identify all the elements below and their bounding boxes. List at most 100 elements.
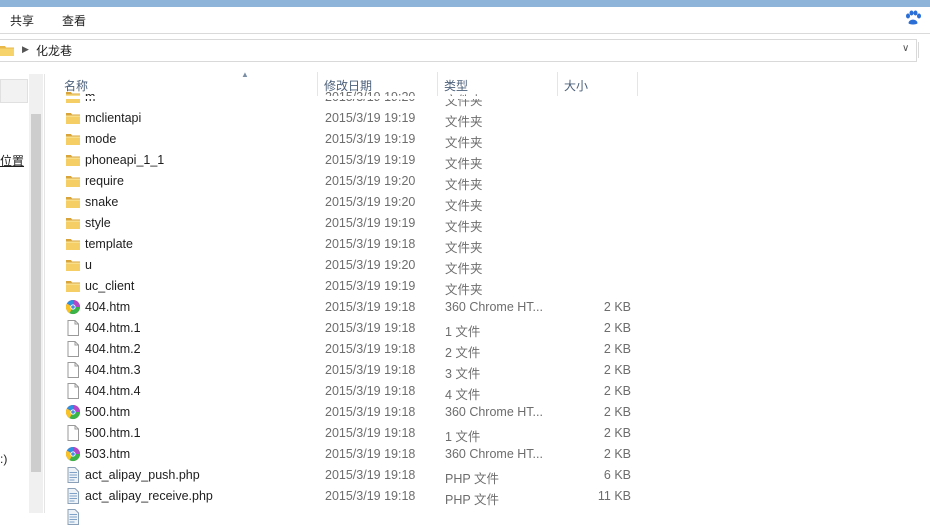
folder-icon <box>65 194 81 210</box>
folder-icon <box>65 173 81 189</box>
file-icon <box>65 341 81 357</box>
chevron-down-icon[interactable]: ∨ <box>902 43 909 54</box>
breadcrumb[interactable]: 化龙巷 <box>36 42 72 59</box>
file-type: 2 文件 <box>445 346 481 360</box>
file-name: 404.htm.2 <box>85 342 141 356</box>
file-type: PHP 文件 <box>445 472 499 486</box>
tab-share[interactable]: 共享 <box>10 12 34 29</box>
file-date: 2015/3/19 19:18 <box>325 363 416 377</box>
file-name: uc_client <box>85 279 135 293</box>
table-row[interactable]: 404.htm.2 2015/3/19 19:18 2 文件 2 KB <box>58 339 678 360</box>
table-row[interactable]: 500.htm 2015/3/19 19:18 360 Chrome HT... 2 … <box>58 402 678 423</box>
nav-scrollbar-thumb[interactable] <box>31 114 41 472</box>
file-date: 2015/3/19 19:18 <box>325 342 416 356</box>
file-type: 4 文件 <box>445 388 481 402</box>
file-type: 文件夹 <box>445 199 483 213</box>
window-title-bar <box>0 0 930 7</box>
file-date: 2015/3/19 19:19 <box>325 216 416 230</box>
file-name: 404.htm.4 <box>85 384 141 398</box>
file-size: 2 KB <box>603 426 631 440</box>
nav-item-location[interactable]: 位置 <box>0 152 24 169</box>
table-row[interactable]: phoneapi_1_1 2015/3/19 19:19 文件夹 <box>58 150 678 171</box>
file-size: 11 KB <box>597 489 631 503</box>
folder-icon <box>65 152 81 168</box>
nav-item-drive[interactable]: :) <box>0 452 7 466</box>
file-type: 360 Chrome HT... <box>445 300 543 314</box>
table-row[interactable]: act_alipay_push.php 2015/3/19 19:18 PHP 文件… <box>58 465 678 486</box>
file-date: 2015/3/19 19:18 <box>325 405 416 419</box>
file-name: 404.htm.1 <box>85 321 141 335</box>
file-type: 360 Chrome HT... <box>445 447 543 461</box>
file-icon <box>65 362 81 378</box>
file-date: 2015/3/19 19:18 <box>325 426 416 440</box>
table-row[interactable]: snake 2015/3/19 19:20 文件夹 <box>58 192 678 213</box>
file-size: 2 KB <box>603 363 631 377</box>
table-row[interactable]: act_alipay_receive.php 2015/3/19 19:18 PHP… <box>58 486 678 507</box>
file-size: 2 KB <box>603 447 631 461</box>
table-row[interactable]: 503.htm 2015/3/19 19:18 360 Chrome HT... 2 … <box>58 444 678 465</box>
table-row[interactable]: template 2015/3/19 19:18 文件夹 <box>58 234 678 255</box>
breadcrumb-separator-icon[interactable]: ▶ <box>22 44 29 55</box>
table-row[interactable]: 404.htm 2015/3/19 19:18 360 Chrome HT... 2 … <box>58 297 678 318</box>
file-date: 2015/3/19 19:18 <box>325 237 416 251</box>
file-name: 503.htm <box>85 447 131 461</box>
file-name: act_alipay_receive.php <box>85 489 213 503</box>
php-file-icon <box>65 488 81 504</box>
baidu-paw-icon[interactable] <box>901 7 925 29</box>
file-icon <box>65 425 81 441</box>
file-date: 2015/3/19 19:20 <box>325 195 416 209</box>
file-date: 2015/3/19 19:19 <box>325 153 416 167</box>
navigation-pane: 位置 :) <box>0 74 45 513</box>
tab-view[interactable]: 查看 <box>62 12 86 29</box>
file-date: 2015/3/19 19:18 <box>325 447 416 461</box>
chrome-icon <box>65 299 81 315</box>
table-row[interactable]: 500.htm.1 2015/3/19 19:18 1 文件 2 KB <box>58 423 678 444</box>
table-row[interactable] <box>58 507 678 528</box>
table-row[interactable]: mode 2015/3/19 19:19 文件夹 <box>58 129 678 150</box>
file-type: 文件夹 <box>445 115 483 129</box>
file-name: u <box>85 258 92 272</box>
folder-icon <box>65 236 81 252</box>
table-row[interactable]: require 2015/3/19 19:20 文件夹 <box>58 171 678 192</box>
file-name: act_alipay_push.php <box>85 468 200 482</box>
php-file-icon <box>65 509 81 525</box>
table-row[interactable]: uc_client 2015/3/19 19:19 文件夹 <box>58 276 678 297</box>
chrome-icon <box>65 446 81 462</box>
file-type: 文件夹 <box>445 241 483 255</box>
table-row[interactable]: u 2015/3/19 19:20 文件夹 <box>58 255 678 276</box>
refresh-button[interactable] <box>918 42 930 58</box>
file-date: 2015/3/19 19:18 <box>325 468 416 482</box>
file-type: 1 文件 <box>445 430 481 444</box>
table-row[interactable]: 404.htm.4 2015/3/19 19:18 4 文件 2 KB <box>58 381 678 402</box>
file-size: 2 KB <box>603 300 631 314</box>
file-name: 404.htm <box>85 300 131 314</box>
table-row[interactable]: 404.htm.1 2015/3/19 19:18 1 文件 2 KB <box>58 318 678 339</box>
folder-icon <box>65 215 81 231</box>
file-size: 2 KB <box>603 342 631 356</box>
table-row[interactable]: mclientapi 2015/3/19 19:19 文件夹 <box>58 108 678 129</box>
table-row[interactable]: 404.htm.3 2015/3/19 19:18 3 文件 2 KB <box>58 360 678 381</box>
file-name: mode <box>85 132 117 146</box>
folder-icon <box>65 278 81 294</box>
file-size: 2 KB <box>603 384 631 398</box>
file-date: 2015/3/19 19:19 <box>325 132 416 146</box>
file-date: 2015/3/19 19:19 <box>325 111 416 125</box>
file-size: 2 KB <box>603 321 631 335</box>
file-name: style <box>85 216 111 230</box>
file-date: 2015/3/19 19:18 <box>325 300 416 314</box>
address-box[interactable] <box>0 39 917 62</box>
file-name: snake <box>85 195 119 209</box>
file-type: 文件夹 <box>445 136 483 150</box>
file-type: 文件夹 <box>445 94 483 108</box>
file-type: 360 Chrome HT... <box>445 405 543 419</box>
file-icon <box>65 320 81 336</box>
table-row[interactable]: style 2015/3/19 19:19 文件夹 <box>58 213 678 234</box>
address-bar[interactable]: ▶ 化龙巷 ∨ <box>0 39 930 62</box>
chrome-icon <box>65 404 81 420</box>
folder-icon <box>65 110 81 126</box>
file-icon <box>65 383 81 399</box>
nav-selected-item[interactable] <box>0 79 28 103</box>
file-type: 文件夹 <box>445 157 483 171</box>
file-size: 6 KB <box>603 468 631 482</box>
file-type: 文件夹 <box>445 283 483 297</box>
